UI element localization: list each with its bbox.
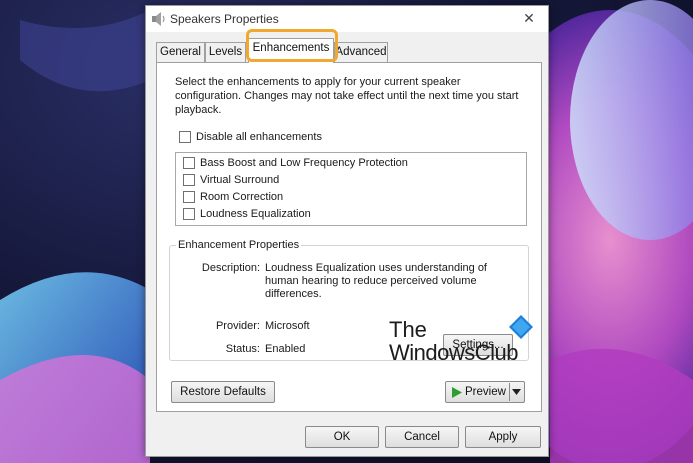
list-item[interactable]: Bass Boost and Low Frequency Protection [183, 157, 408, 169]
provider-label: Provider: [215, 320, 260, 332]
list-item[interactable]: Room Correction [183, 191, 283, 203]
windows-club-logo-icon [509, 315, 533, 339]
description-label: Description: [201, 262, 260, 274]
close-icon[interactable]: ✕ [516, 9, 542, 27]
bass-boost-checkbox[interactable] [183, 157, 195, 169]
preview-divider [509, 383, 510, 401]
status-value: Enabled [265, 343, 306, 355]
play-icon [452, 387, 462, 398]
restore-defaults-button[interactable]: Restore Defaults [171, 381, 275, 403]
intro-text: Select the enhancements to apply for you… [175, 76, 519, 116]
virtual-surround-checkbox[interactable] [183, 174, 195, 186]
list-item-label: Bass Boost and Low Frequency Protection [200, 157, 408, 169]
tab-label: Levels [208, 46, 243, 58]
list-item-label: Room Correction [200, 191, 284, 203]
dropdown-arrow-icon[interactable] [512, 389, 521, 395]
list-item[interactable]: Virtual Surround [183, 174, 279, 186]
tab-advanced[interactable]: Advanced [334, 42, 388, 62]
description-value: Loudness Equalization uses understanding… [265, 262, 487, 300]
preview-label: Preview [465, 386, 506, 398]
speakers-properties-dialog: Speakers Properties ✕ General Levels Enh… [145, 5, 549, 457]
tab-levels[interactable]: Levels [205, 42, 246, 62]
disable-all-checkbox[interactable] [179, 131, 191, 143]
speaker-icon [152, 12, 165, 26]
watermark: The WindowsClub [389, 315, 539, 375]
list-item-label: Loudness Equalization [200, 208, 311, 220]
status-label: Status: [225, 343, 260, 355]
title-bar[interactable]: Speakers Properties ✕ [146, 6, 548, 32]
cancel-button[interactable]: Cancel [385, 426, 459, 448]
tab-general[interactable]: General [156, 42, 205, 62]
ok-button[interactable]: OK [305, 426, 379, 448]
tab-label: General [160, 46, 201, 58]
group-legend: Enhancement Properties [176, 239, 302, 251]
apply-button[interactable]: Apply [465, 426, 541, 448]
tab-label: Advanced [335, 46, 387, 58]
list-item-label: Virtual Surround [200, 174, 280, 186]
watermark-line2: WindowsClub [389, 340, 519, 365]
preview-button[interactable]: Preview [445, 381, 525, 403]
window-title: Speakers Properties [170, 12, 279, 26]
room-correction-checkbox[interactable] [183, 191, 195, 203]
enhancements-list[interactable]: Bass Boost and Low Frequency Protection … [175, 152, 527, 226]
provider-value: Microsoft [265, 320, 310, 332]
loudness-equalization-checkbox[interactable] [183, 208, 195, 220]
tab-highlight-box [246, 29, 338, 62]
list-item[interactable]: Loudness Equalization [183, 208, 311, 220]
disable-all-label: Disable all enhancements [196, 131, 322, 143]
disable-all-checkbox-row[interactable]: Disable all enhancements [179, 131, 322, 143]
